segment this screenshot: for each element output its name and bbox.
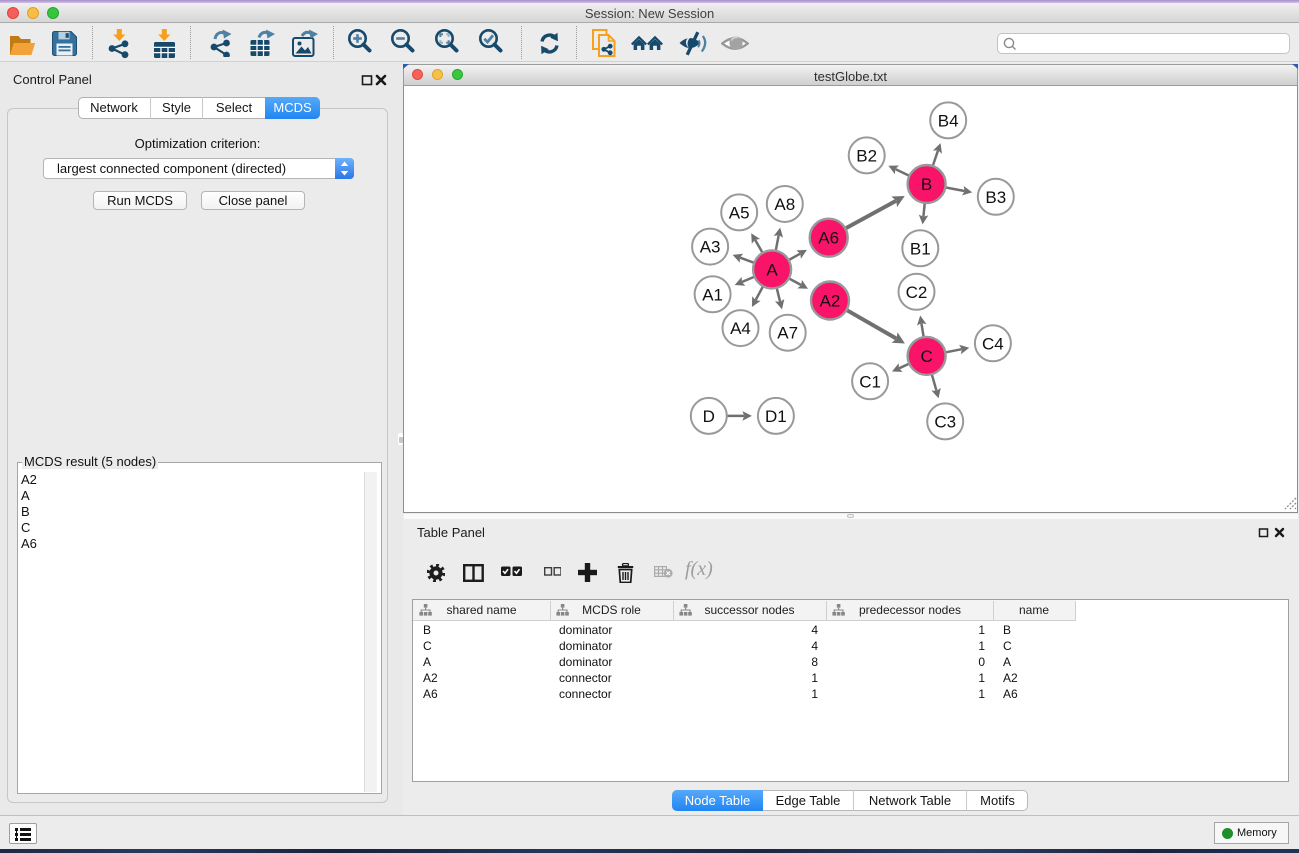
svg-text:B: B bbox=[921, 175, 932, 194]
svg-text:D1: D1 bbox=[765, 407, 787, 426]
svg-text:A4: A4 bbox=[730, 319, 751, 338]
svg-text:A1: A1 bbox=[702, 285, 723, 304]
svg-text:C: C bbox=[920, 347, 932, 366]
svg-text:A3: A3 bbox=[700, 238, 721, 257]
svg-text:D: D bbox=[703, 407, 715, 426]
svg-text:C2: C2 bbox=[906, 283, 928, 302]
svg-text:A: A bbox=[766, 260, 778, 279]
svg-text:C3: C3 bbox=[934, 412, 956, 431]
svg-text:A2: A2 bbox=[820, 292, 841, 311]
svg-text:A6: A6 bbox=[818, 229, 839, 248]
svg-text:B4: B4 bbox=[938, 111, 959, 130]
svg-text:A5: A5 bbox=[729, 203, 750, 222]
svg-text:B2: B2 bbox=[856, 146, 877, 165]
svg-text:A8: A8 bbox=[774, 195, 795, 214]
svg-text:B1: B1 bbox=[910, 239, 931, 258]
svg-text:B3: B3 bbox=[985, 188, 1006, 207]
svg-text:A7: A7 bbox=[777, 324, 798, 343]
svg-text:C1: C1 bbox=[859, 372, 881, 391]
svg-text:C4: C4 bbox=[982, 334, 1004, 353]
